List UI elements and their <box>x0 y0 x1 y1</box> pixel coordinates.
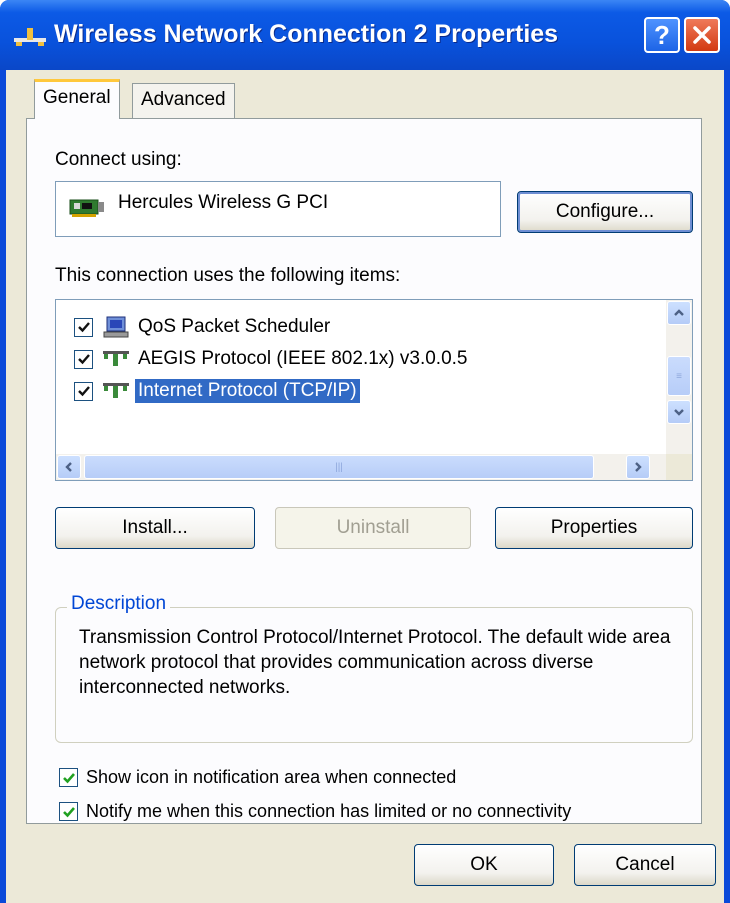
uninstall-button[interactable]: Uninstall <box>275 507 471 549</box>
scroll-up-button[interactable] <box>667 301 691 325</box>
install-button[interactable]: Install... <box>55 507 255 549</box>
adapter-field: Hercules Wireless G PCI <box>55 181 501 237</box>
network-protocol-icon <box>103 351 129 366</box>
properties-dialog: Wireless Network Connection 2 Properties… <box>0 0 730 903</box>
list-item[interactable]: QoS Packet Scheduler <box>74 312 333 342</box>
items-label: This connection uses the following items… <box>55 265 401 286</box>
adapter-name: Hercules Wireless G PCI <box>118 192 329 213</box>
window-title: Wireless Network Connection 2 Properties <box>54 20 559 48</box>
cancel-button-label: Cancel <box>615 854 675 875</box>
scheduler-icon <box>103 316 129 338</box>
check-icon <box>77 386 90 397</box>
network-connection-icon <box>14 28 46 46</box>
close-button[interactable] <box>684 17 720 53</box>
connect-using-label: Connect using: <box>55 149 182 170</box>
network-protocol-icon <box>103 383 129 398</box>
check-icon <box>62 772 75 783</box>
scrollbar-corner <box>666 454 692 480</box>
horizontal-scroll-thumb[interactable]: ||| <box>84 455 594 479</box>
check-icon <box>77 354 90 365</box>
dialog-client-area: General Advanced Connect using: Hercules… <box>6 70 724 903</box>
item-label: Internet Protocol (TCP/IP) <box>134 378 361 404</box>
properties-button-label: Properties <box>550 517 638 538</box>
chevron-right-icon <box>635 462 642 472</box>
help-button[interactable]: ? <box>644 17 680 53</box>
tab-advanced[interactable]: Advanced <box>132 83 235 119</box>
scroll-down-button[interactable] <box>667 400 691 424</box>
list-item[interactable]: Internet Protocol (TCP/IP) <box>74 376 361 406</box>
scroll-right-button[interactable] <box>626 455 650 479</box>
configure-button[interactable]: Configure... <box>517 191 693 233</box>
chevron-up-icon <box>674 309 684 316</box>
chevron-down-icon <box>674 409 684 416</box>
description-text: Transmission Control Protocol/Internet P… <box>79 627 671 698</box>
description-label: Description <box>67 593 171 615</box>
show-icon-option[interactable]: Show icon in notification area when conn… <box>59 767 456 788</box>
items-list[interactable]: QoS Packet Scheduler AEGIS Protocol (IEE… <box>55 299 693 481</box>
help-icon: ? <box>654 19 670 50</box>
ok-button[interactable]: OK <box>414 844 554 886</box>
general-tab-panel: Connect using: Hercules Wireless G PCI C… <box>26 118 702 824</box>
chevron-left-icon <box>65 462 72 472</box>
close-icon <box>693 26 711 44</box>
notify-checkbox[interactable] <box>59 802 78 821</box>
install-button-label: Install... <box>122 517 188 538</box>
notify-option[interactable]: Notify me when this connection has limit… <box>59 801 571 822</box>
item-label: QoS Packet Scheduler <box>138 316 331 337</box>
vertical-scrollbar[interactable]: ≡ <box>666 300 692 456</box>
tab-general[interactable]: General <box>34 79 120 119</box>
cancel-button[interactable]: Cancel <box>574 844 716 886</box>
list-item[interactable]: AEGIS Protocol (IEEE 802.1x) v3.0.0.5 <box>74 344 471 374</box>
scroll-left-button[interactable] <box>57 455 81 479</box>
network-adapter-icon <box>69 199 104 217</box>
check-icon <box>62 806 75 817</box>
title-bar[interactable]: Wireless Network Connection 2 Properties… <box>0 0 730 70</box>
vertical-scroll-thumb[interactable]: ≡ <box>667 356 691 396</box>
item-checkbox[interactable] <box>74 317 93 337</box>
show-icon-checkbox[interactable] <box>59 768 78 787</box>
notify-label: Notify me when this connection has limit… <box>86 801 572 821</box>
configure-button-label: Configure... <box>555 201 655 222</box>
properties-button[interactable]: Properties <box>495 507 693 549</box>
ok-button-label: OK <box>470 854 498 875</box>
horizontal-scrollbar[interactable]: ||| <box>56 454 666 480</box>
show-icon-label: Show icon in notification area when conn… <box>86 767 457 787</box>
item-checkbox[interactable] <box>74 349 93 369</box>
uninstall-button-label: Uninstall <box>336 517 410 538</box>
check-icon <box>77 322 90 333</box>
item-checkbox[interactable] <box>74 381 93 401</box>
item-label: AEGIS Protocol (IEEE 802.1x) v3.0.0.5 <box>138 348 468 369</box>
